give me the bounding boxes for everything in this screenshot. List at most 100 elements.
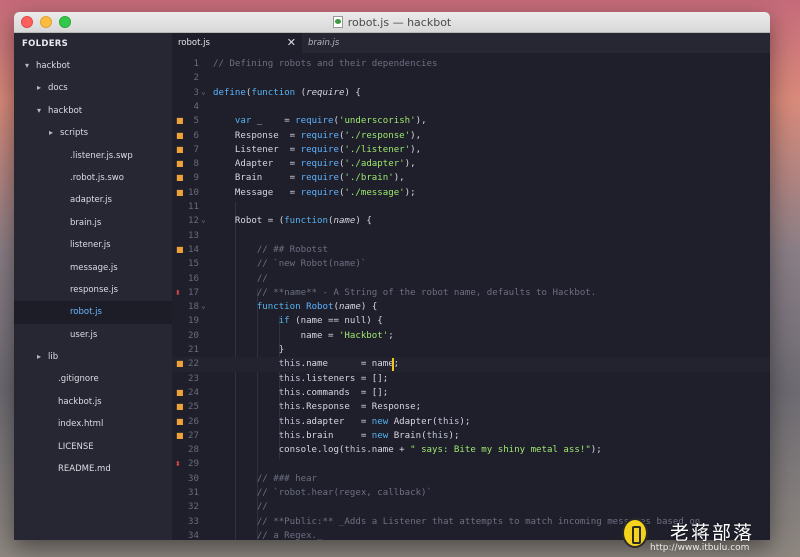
line-number: 28 (188, 445, 199, 456)
code-line[interactable]: 18 ⌄ function Robot(name) { (172, 300, 770, 314)
code-line[interactable]: 3 ⌄ define(function (require) { (172, 86, 770, 100)
sidebar-item[interactable]: .robot.js.swo (14, 167, 172, 189)
code-line[interactable]: 2 (172, 71, 770, 85)
sidebar-item[interactable]: ▸ docs (14, 77, 172, 99)
code-line[interactable]: 23 this.listeners = []; (172, 372, 770, 386)
sidebar-item[interactable]: ▾ hackbot (14, 100, 172, 122)
code-token: console.log( (213, 445, 345, 456)
line-number: 29 (188, 459, 199, 470)
code-token: require (300, 144, 339, 155)
tab-brain-js[interactable]: brain.js (302, 33, 420, 53)
code-line[interactable]: ■ 26 this.adapter = new Adapter(this); (172, 415, 770, 429)
sidebar-item[interactable]: LICENSE (14, 436, 172, 458)
sidebar: FOLDERS ▾ hackbot ▸ docs ▾ hackbot ▸ scripts .li… (14, 33, 172, 540)
code-line[interactable]: ⬍ 29 (172, 457, 770, 471)
title-bar[interactable]: robot.js — hackbot (14, 12, 770, 33)
code-line[interactable]: ■ 8 Adapter = require('./adapter'), (172, 157, 770, 171)
sidebar-item[interactable]: .gitignore (14, 368, 172, 390)
code-token: new (371, 416, 389, 427)
sidebar-item[interactable]: .listener.js.swp (14, 145, 172, 167)
code-line[interactable]: ■ 27 this.brain = new Brain(this); (172, 429, 770, 443)
code-text: // `new Robot(name)` (213, 257, 367, 271)
sidebar-item-label: docs (48, 83, 68, 94)
code-line[interactable]: ■ 6 Response = require('./response'), (172, 129, 770, 143)
code-token: Adapter = (213, 159, 301, 170)
sidebar-item[interactable]: response.js (14, 279, 172, 301)
sidebar-item[interactable]: message.js (14, 257, 172, 279)
sidebar-item[interactable]: user.js (14, 324, 172, 346)
chevron-right-icon[interactable]: ▸ (34, 77, 44, 99)
sidebar-item[interactable]: README.md (14, 458, 172, 480)
code-token: ); (404, 187, 416, 198)
fold-chevron-icon[interactable]: ⌄ (201, 85, 206, 99)
sidebar-item[interactable]: adapter.js (14, 189, 172, 211)
code-line[interactable]: 21 } (172, 343, 770, 357)
sidebar-item-label: LICENSE (58, 441, 94, 452)
code-line[interactable]: 28 console.log(this.name + " says: Bite … (172, 443, 770, 457)
code-line[interactable]: 15 // `new Robot(name)` (172, 257, 770, 271)
sidebar-item[interactable]: index.html (14, 413, 172, 435)
code-line[interactable]: 4 (172, 100, 770, 114)
code-line[interactable]: 19 if (name == null) { (172, 314, 770, 328)
code-line[interactable]: ■ 25 this.Response = Response; (172, 400, 770, 414)
line-number: 4 (193, 101, 199, 112)
fold-chevron-icon[interactable]: ⌄ (201, 213, 206, 227)
code-line[interactable]: ■ 14 // ## Robotst (172, 243, 770, 257)
code-line[interactable]: ■ 7 Listener = require('./listener'), (172, 143, 770, 157)
fold-chevron-icon[interactable]: ⌄ (201, 299, 206, 313)
file-tree: ▾ hackbot ▸ docs ▾ hackbot ▸ scripts .listener.j… (14, 55, 172, 480)
code-token: " says: Bite my shiny metal ass!" (410, 445, 591, 456)
code-text: this.commands = []; (213, 386, 389, 400)
code-line[interactable]: ■ 24 this.commands = []; (172, 386, 770, 400)
chevron-right-icon[interactable]: ▸ (46, 122, 56, 144)
sidebar-item-label: .robot.js.swo (70, 172, 124, 183)
sidebar-item-label: user.js (70, 329, 98, 340)
code-line[interactable]: ■ 10 Message = require('./message'); (172, 186, 770, 200)
code-token: ( (295, 87, 307, 98)
sidebar-item-label: brain.js (70, 217, 102, 228)
minimize-window-button[interactable] (40, 16, 52, 28)
code-line[interactable]: 31 // `robot.hear(regex, callback)` (172, 486, 770, 500)
sidebar-item[interactable]: listener.js (14, 234, 172, 256)
code-text: // **name** - A String of the robot name… (213, 286, 596, 300)
code-token: .listeners = []; (300, 373, 389, 384)
sidebar-item-label: robot.js (70, 307, 102, 318)
code-line[interactable]: 1 // Defining robots and their dependenci… (172, 57, 770, 71)
code-line[interactable]: 12 ⌄ Robot = (function(name) { (172, 214, 770, 228)
code-line[interactable]: 20 name = 'Hackbot'; (172, 329, 770, 343)
code-line[interactable]: 13 (172, 229, 770, 243)
close-tab-icon[interactable]: ✕ (287, 33, 296, 53)
sidebar-item[interactable]: robot.js (14, 301, 172, 324)
code-token: ; (388, 330, 394, 341)
code-line[interactable]: ⬍ 17 // **name** - A String of the robot … (172, 286, 770, 300)
code-text: console.log(this.name + " says: Bite my … (213, 443, 602, 457)
code-token: 'Hackbot' (338, 330, 389, 341)
chevron-down-icon[interactable]: ▾ (34, 100, 44, 122)
code-token: ) { (355, 216, 372, 227)
sidebar-item[interactable]: ▸ lib (14, 346, 172, 368)
sidebar-item[interactable]: ▸ scripts (14, 122, 172, 144)
code-line[interactable]: ■ 22 this.name = name; (172, 357, 770, 372)
sidebar-item[interactable]: hackbot.js (14, 391, 172, 413)
chevron-right-icon[interactable]: ▸ (34, 346, 44, 368)
sidebar-item[interactable]: ▾ hackbot (14, 55, 172, 77)
code-line[interactable]: 32 // (172, 500, 770, 514)
code-token: ) { (344, 87, 361, 98)
line-number: 2 (193, 73, 199, 84)
code-line[interactable]: 16 // (172, 272, 770, 286)
code-line[interactable]: 11 (172, 200, 770, 214)
sidebar-item[interactable]: brain.js (14, 212, 172, 234)
code-line[interactable]: ■ 9 Brain = require('./brain'), (172, 171, 770, 185)
code-text: // a Regex._ (213, 529, 323, 540)
code-line[interactable]: 30 // ### hear (172, 472, 770, 486)
chevron-down-icon[interactable]: ▾ (22, 55, 32, 77)
zoom-window-button[interactable] (59, 16, 71, 28)
code-editor[interactable]: 1 // Defining robots and their dependenci… (172, 53, 770, 540)
code-line[interactable]: ■ 5 var _ = require('underscorish'), (172, 114, 770, 128)
code-token: define (213, 87, 246, 98)
tab-robot-js[interactable]: robot.js ✕ (172, 33, 302, 53)
close-window-button[interactable] (21, 16, 33, 28)
code-token: ), (410, 144, 422, 155)
code-text: define(function (require) { (213, 86, 361, 100)
